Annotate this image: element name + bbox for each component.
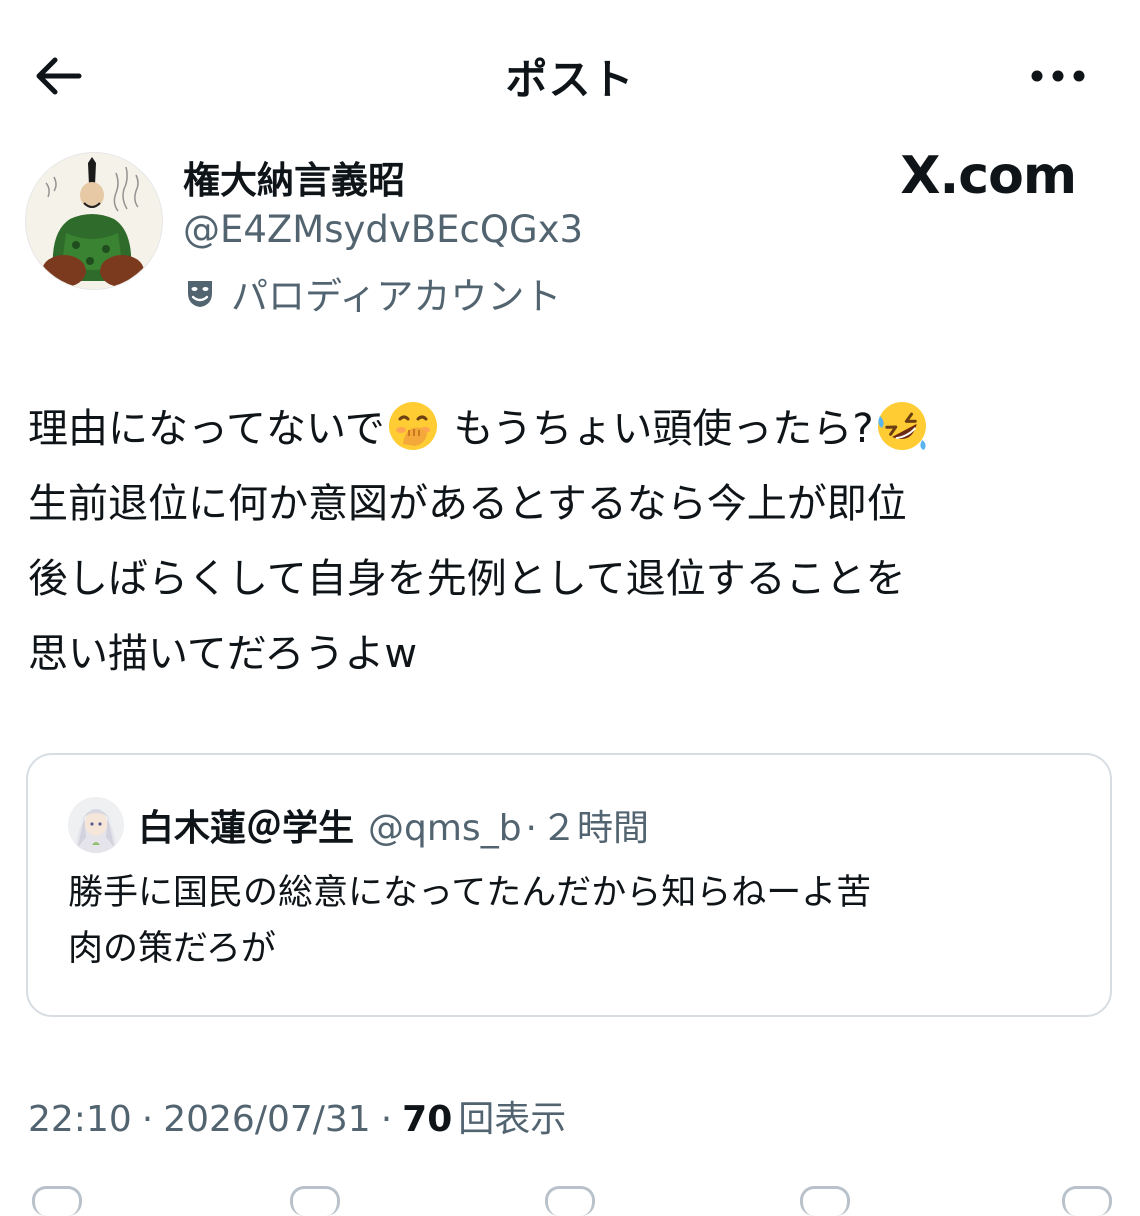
quoted-author-handle: @qms_b [368, 808, 522, 849]
tweet-body: 理由になってないで もうちょい頭使ったら? 生前退位に何か意図があるとするなら今… [28, 392, 1118, 692]
more-horizontal-icon [1031, 70, 1085, 82]
quoted-text-line-1: 勝手に国民の総意になってたんだから知らねーよ苦 [68, 873, 872, 913]
post-date: 2026/07/31 [163, 1099, 371, 1140]
tweet-text-segment: もうちょい頭使ったら? [440, 406, 874, 452]
quoted-post-card[interactable]: 白木蓮＠学生 @qms_b · ２時間 勝手に国民の総意になってたんだから知らね… [26, 753, 1112, 1017]
quoted-post-time: ２時間 [541, 808, 650, 849]
quoted-separator: · [525, 808, 537, 849]
post-meta-row: 22:10 · 2026/07/31 · 70 回表示 [28, 1090, 566, 1142]
tweet-line-3: 後しばらくして自身を先例として退位することを [28, 556, 906, 602]
author-display-name[interactable]: 権大納言義昭 [183, 150, 405, 204]
meta-separator: · [380, 1099, 393, 1140]
rolling-on-floor-laughing-emoji-icon [877, 402, 926, 450]
view-count[interactable]: 70 [402, 1099, 452, 1140]
parody-account-label: パロディアカウント [183, 268, 561, 318]
quoted-text-line-2: 肉の策だろが [68, 929, 276, 969]
xcom-watermark: X.com [900, 146, 1077, 206]
post-time: 22:10 [28, 1099, 132, 1140]
quoted-author-name: 白木蓮＠学生 [138, 808, 355, 849]
bookmark-icon[interactable] [800, 1186, 850, 1216]
meta-separator: · [141, 1099, 154, 1140]
like-icon[interactable] [545, 1186, 595, 1216]
tweet-line-4: 思い描いてだろうよw [28, 631, 418, 677]
share-icon[interactable] [1062, 1186, 1112, 1216]
parody-label-text: パロディアカウント [231, 275, 562, 318]
top-bar: ポスト [0, 0, 1140, 150]
repost-icon[interactable] [290, 1186, 340, 1216]
quoted-post-header: 白木蓮＠学生 @qms_b · ２時間 [138, 799, 649, 851]
reply-icon[interactable] [32, 1186, 82, 1216]
page-title: ポスト [505, 55, 635, 104]
view-count-label: 回表示 [458, 1099, 567, 1140]
author-handle[interactable]: @E4ZMsydvBEcQGx3 [183, 208, 583, 251]
quoted-post-text: 勝手に国民の総意になってたんだから知らねーよ苦 肉の策だろが [68, 865, 1078, 977]
avatar-illustration [26, 153, 162, 289]
tweet-text-segment: 理由になってないで [28, 406, 385, 452]
tweet-line-2: 生前退位に何か意図があるとするなら今上が即位 [28, 481, 907, 527]
author-avatar[interactable] [25, 152, 163, 290]
tweet-line-1: 理由になってないで もうちょい頭使ったら? [28, 392, 1118, 467]
theater-mask-icon [188, 281, 212, 307]
face-with-hand-over-mouth-emoji-icon [388, 402, 437, 450]
quoted-author-avatar [68, 797, 124, 853]
more-options-button[interactable] [1026, 48, 1090, 104]
anime-avatar-illustration [68, 797, 124, 853]
action-bar [0, 1180, 1140, 1216]
